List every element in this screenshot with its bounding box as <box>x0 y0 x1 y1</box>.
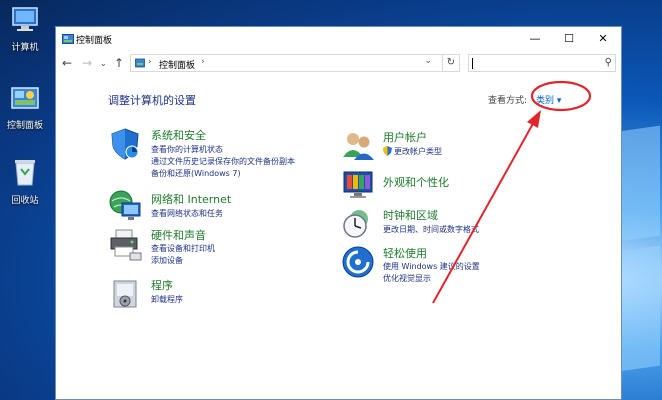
category-link[interactable]: 查看你的计算机状态 <box>151 144 223 155</box>
category-link[interactable]: 通过文件历史记录保存你的文件备份副本 <box>151 156 295 167</box>
recent-locations-chevron-icon[interactable]: ⌄ <box>100 59 107 68</box>
search-input[interactable]: ⚲ <box>468 54 616 72</box>
appearance-icon[interactable] <box>341 168 375 202</box>
network-icon[interactable] <box>108 189 142 223</box>
category-link[interactable]: 更改日期、时间或数字格式 <box>383 224 479 235</box>
category-title[interactable]: 程序 <box>151 277 173 293</box>
category-link[interactable]: 备份和还原(Windows 7) <box>151 168 241 179</box>
view-by-label: 查看方式: <box>488 96 528 106</box>
ease-of-access-icon[interactable] <box>341 245 375 279</box>
desktop-icon-label: 回收站 <box>11 196 39 206</box>
control-panel-window: 控制面板 — ☐ ✕ ← → ⌄ ↑ › 控制面板 › ⌄ ↻ ⚲ 调整计算机的… <box>55 26 622 400</box>
programs-icon[interactable] <box>108 277 142 311</box>
category-link[interactable]: 更改帐户类型 <box>394 146 442 157</box>
breadcrumb-separator-icon: › <box>148 57 152 67</box>
category-title[interactable]: 时钟和区域 <box>383 207 438 223</box>
category-link[interactable]: 查看设备和打印机 <box>151 243 215 254</box>
computer-icon <box>12 7 38 31</box>
forward-arrow-icon[interactable]: → <box>82 56 92 70</box>
address-dropdown-icon[interactable]: ⌄ <box>424 56 432 66</box>
desktop-icon-label: 控制面板 <box>6 121 43 131</box>
desktop-icon-computer[interactable]: 计算机 <box>0 6 50 53</box>
refresh-button[interactable]: ↻ <box>442 55 459 71</box>
clock-icon[interactable] <box>341 207 375 241</box>
page-heading: 调整计算机的设置 <box>108 94 196 107</box>
uac-shield-icon <box>383 146 392 156</box>
title-bar[interactable]: 控制面板 — ☐ ✕ <box>56 27 621 51</box>
control-panel-icon <box>62 34 74 44</box>
window-title: 控制面板 <box>76 36 113 46</box>
desktop-icon-control-panel[interactable]: 控制面板 <box>0 86 50 131</box>
category-link[interactable]: 卸载程序 <box>151 294 183 305</box>
category-title[interactable]: 硬件和声音 <box>151 227 206 243</box>
category-title[interactable]: 网络和 Internet <box>151 191 231 207</box>
recycle-bin-icon <box>15 160 35 186</box>
breadcrumb-control-panel[interactable]: 控制面板 <box>159 58 195 71</box>
category-title[interactable]: 系统和安全 <box>151 127 206 143</box>
category-title[interactable]: 轻松使用 <box>383 245 427 261</box>
category-link[interactable]: 使用 Windows 建议的设置 <box>383 261 480 272</box>
text-caret <box>472 58 473 69</box>
close-button[interactable]: ✕ <box>586 27 620 51</box>
category-link[interactable]: 添加设备 <box>151 255 183 266</box>
control-panel-icon <box>11 87 39 109</box>
printer-icon[interactable] <box>108 227 142 261</box>
up-arrow-icon[interactable]: ↑ <box>114 56 124 70</box>
category-link[interactable]: 优化视觉显示 <box>383 273 431 284</box>
desktop-icon-recycle-bin[interactable]: 回收站 <box>0 157 50 206</box>
address-bar[interactable]: › 控制面板 › ⌄ ↻ <box>130 54 460 72</box>
back-arrow-icon[interactable]: ← <box>62 56 72 70</box>
maximize-button[interactable]: ☐ <box>552 27 586 51</box>
category-title[interactable]: 用户帐户 <box>383 129 427 145</box>
category-title[interactable]: 外观和个性化 <box>383 174 449 190</box>
breadcrumb-separator-icon[interactable]: › <box>201 57 205 67</box>
desktop-icon-label: 计算机 <box>11 43 39 53</box>
users-icon[interactable] <box>341 129 375 163</box>
control-panel-icon <box>135 58 145 68</box>
search-icon[interactable]: ⚲ <box>605 57 612 68</box>
view-by-dropdown[interactable]: 类别 ▾ <box>536 93 561 106</box>
shield-icon[interactable] <box>108 127 142 161</box>
minimize-button[interactable]: — <box>518 27 552 51</box>
category-link[interactable]: 查看网络状态和任务 <box>151 208 223 219</box>
navigation-bar: ← → ⌄ ↑ › 控制面板 › ⌄ ↻ ⚲ <box>56 51 621 77</box>
